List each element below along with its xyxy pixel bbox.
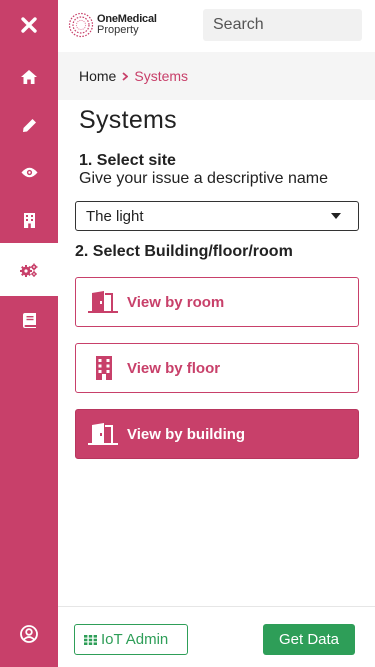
get-data-button[interactable]: Get Data [263, 624, 355, 655]
book-icon [22, 312, 36, 328]
iot-admin-button[interactable]: IoT Admin [74, 624, 188, 655]
breadcrumb-home-link[interactable]: Home [79, 68, 116, 84]
iot-admin-label: IoT Admin [101, 631, 169, 648]
user-circle-icon [20, 625, 38, 643]
sidebar [0, 0, 58, 667]
gears-icon [20, 263, 38, 277]
step2-title: 2. Select Building/floor/room [75, 243, 293, 260]
close-icon [21, 17, 37, 33]
brand-logo[interactable]: OneMedical Property [68, 12, 157, 38]
sidebar-item-edit[interactable] [0, 100, 58, 150]
sidebar-item-profile[interactable] [0, 609, 58, 659]
site-select-value: The light [86, 207, 144, 225]
view-by-building-button[interactable]: View by building [75, 409, 359, 459]
sidebar-item-buildings[interactable] [0, 195, 58, 245]
sidebar-item-systems[interactable] [0, 243, 58, 296]
pencil-icon [22, 118, 36, 132]
footer-bar: IoT Admin Get Data [58, 606, 375, 667]
home-icon [21, 70, 37, 84]
view-by-floor-button[interactable]: View by floor [75, 343, 359, 393]
sidebar-item-docs[interactable] [0, 295, 58, 345]
step1-subtitle: Give your issue a descriptive name [79, 170, 328, 187]
page-title: Systems [79, 106, 177, 134]
building-icon [23, 212, 35, 228]
chevron-right-icon [122, 71, 129, 81]
sidebar-close-button[interactable] [0, 0, 58, 50]
building-icon [96, 356, 112, 380]
view-by-room-label: View by room [127, 293, 225, 311]
search-input[interactable] [203, 9, 362, 41]
breadcrumb-current: Systems [134, 68, 189, 84]
view-by-floor-label: View by floor [127, 359, 221, 377]
door-open-icon [88, 423, 118, 445]
view-by-building-label: View by building [127, 425, 246, 443]
view-by-room-button[interactable]: View by room [75, 277, 359, 327]
sidebar-item-view[interactable] [0, 147, 58, 197]
site-select[interactable]: The light [75, 201, 359, 231]
caret-down-icon [331, 213, 341, 219]
breadcrumb: Home Systems [58, 52, 375, 100]
grid-icon [84, 634, 97, 645]
brand-name-line2: Property [97, 24, 139, 36]
eye-icon [21, 167, 37, 177]
door-open-icon [88, 291, 118, 313]
logo-mark-icon [68, 12, 94, 38]
top-header: OneMedical Property [58, 0, 375, 52]
step1-title: 1. Select site [79, 152, 176, 169]
sidebar-item-home[interactable] [0, 52, 58, 102]
